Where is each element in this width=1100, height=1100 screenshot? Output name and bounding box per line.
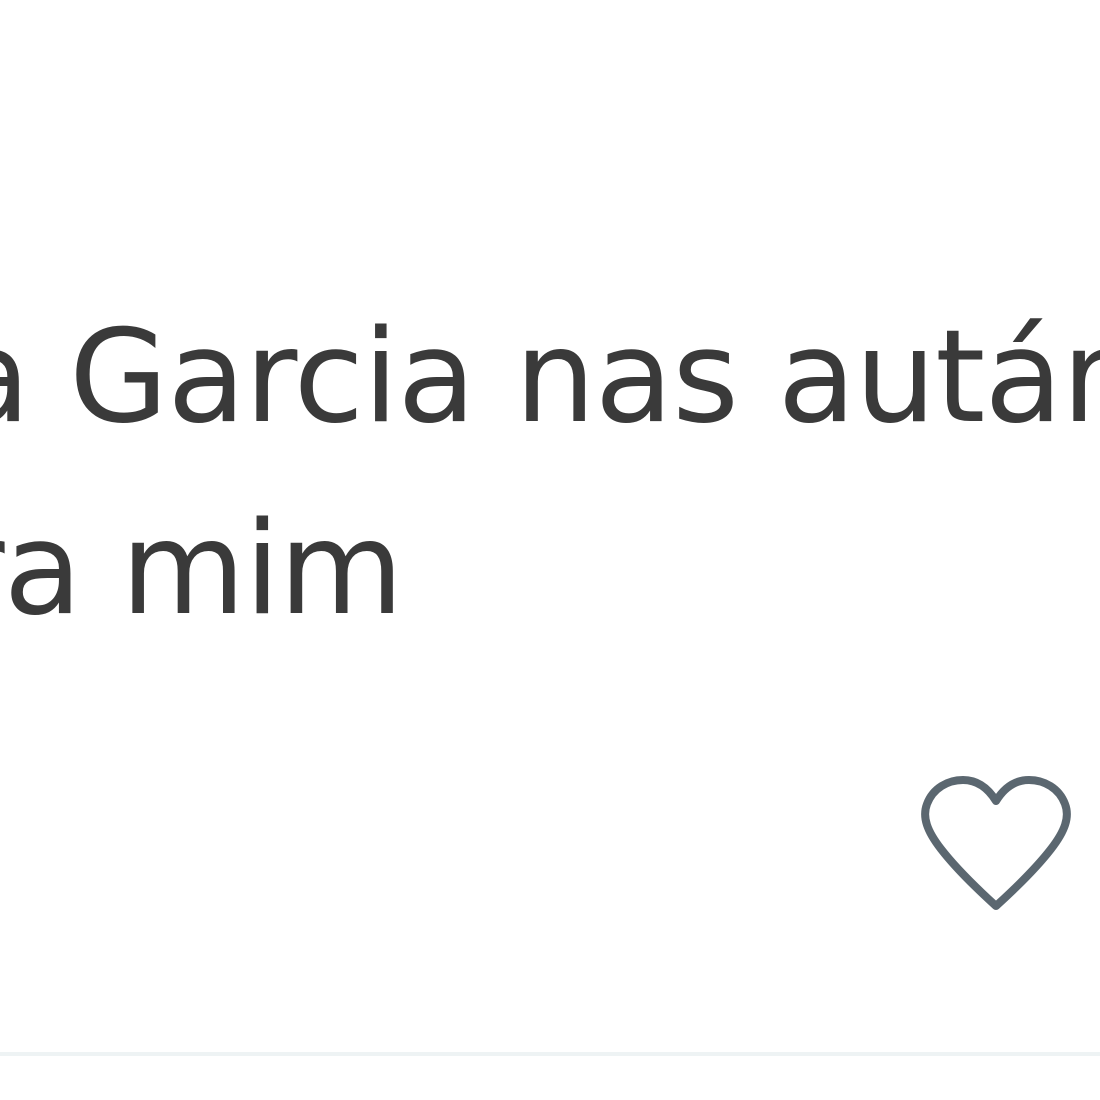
post-card: a Garcia nas autárc ra mim	[0, 0, 1100, 1100]
post-text-line-1: a Garcia nas autárc	[0, 303, 1100, 452]
post-text-line-2: ra mim	[0, 495, 404, 644]
post-divider	[0, 1052, 1100, 1056]
heart-outline-icon	[921, 776, 1071, 910]
post-text: a Garcia nas autárc ra mim	[0, 282, 1100, 666]
like-button[interactable]	[912, 770, 1080, 920]
